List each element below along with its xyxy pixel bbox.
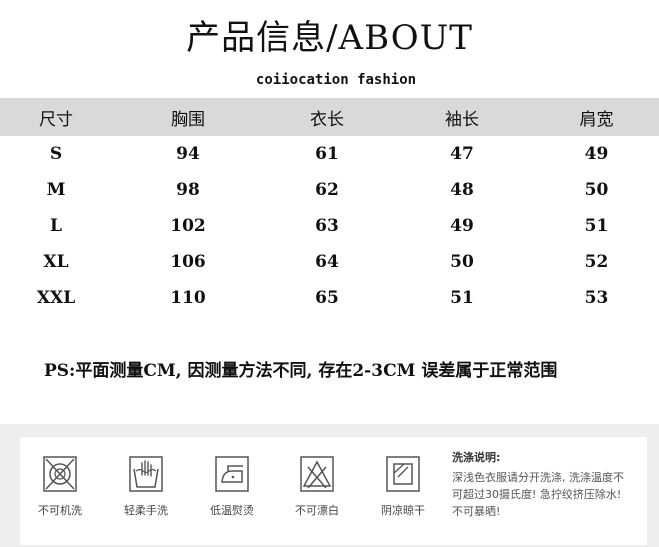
care-instructions-panel: 不可机洗 轻柔手洗 低温熨烫 不可漂白 阴凉晾干 洗涤说明: 深浅色衣服请分开洗… xyxy=(0,424,659,547)
header-sleeve: 袖长 xyxy=(445,109,479,130)
page-title: 产品信息/ABOUT xyxy=(186,18,473,58)
size-table: 尺寸 胸围 衣长 袖长 肩宽 S 94 61 47 49 M 98 62 48 … xyxy=(0,98,659,316)
table-cell: 51 xyxy=(584,216,609,236)
table-cell: XL xyxy=(43,252,69,272)
wash-instructions-title: 洗涤说明: xyxy=(452,451,501,464)
table-row: S 94 61 47 49 xyxy=(0,136,659,172)
table-row: XL 106 64 50 52 xyxy=(0,244,659,280)
table-cell: 102 xyxy=(170,216,206,236)
table-cell: 110 xyxy=(170,288,206,308)
table-cell: 53 xyxy=(584,288,609,308)
table-cell: 50 xyxy=(450,252,474,272)
table-cell: 62 xyxy=(315,180,339,200)
header-chest: 胸围 xyxy=(171,109,205,130)
table-cell: 98 xyxy=(176,180,200,200)
care-label: 轻柔手洗 xyxy=(124,504,168,517)
table-cell: 64 xyxy=(315,252,339,272)
header-shoulder: 肩宽 xyxy=(579,109,614,130)
wash-instructions: 洗涤说明: 深浅色衣服请分开洗涤, 洗涤温度不可超过30摄氏度! 急拧绞挤压除水… xyxy=(452,449,647,541)
table-cell: S xyxy=(49,144,63,164)
wash-instructions-text: 深浅色衣服请分开洗涤, 洗涤温度不可超过30摄氏度! 急拧绞挤压除水! 不可暴晒… xyxy=(452,471,624,518)
table-cell: 63 xyxy=(315,216,339,236)
care-label: 阴凉晾干 xyxy=(381,504,425,517)
do-not-bleach-icon xyxy=(300,456,334,492)
low-temperature-iron-icon xyxy=(215,456,249,492)
care-item-gentle-hand-wash: 轻柔手洗 xyxy=(111,455,181,518)
care-label: 不可漂白 xyxy=(295,504,339,517)
table-cell: 61 xyxy=(315,144,339,164)
measurement-note: PS:平面测量CM, 因测量方法不同, 存在2-3CM 误差属于正常范围 xyxy=(44,361,558,381)
table-cell: 106 xyxy=(170,252,206,272)
care-item-do-not-bleach: 不可漂白 xyxy=(282,455,352,518)
header-length: 衣长 xyxy=(310,109,344,130)
table-cell: 52 xyxy=(584,252,609,272)
table-row: M 98 62 48 50 xyxy=(0,172,659,208)
table-cell: L xyxy=(50,216,62,236)
care-item-no-machine-wash: 不可机洗 xyxy=(25,455,95,518)
line-dry-in-shade-icon xyxy=(386,456,420,492)
care-instructions-card: 不可机洗 轻柔手洗 低温熨烫 不可漂白 阴凉晾干 洗涤说明: 深浅色衣服请分开洗… xyxy=(20,437,647,545)
table-cell: XXL xyxy=(36,288,76,308)
table-cell: 48 xyxy=(450,180,474,200)
table-row: XXL 110 65 51 53 xyxy=(0,280,659,316)
size-table-header: 尺寸 胸围 衣长 袖长 肩宽 xyxy=(0,98,659,136)
page-subtitle: coiiocation fashion xyxy=(255,72,417,88)
care-label: 低温熨烫 xyxy=(210,504,254,517)
table-cell: M xyxy=(46,180,66,200)
header-size: 尺寸 xyxy=(39,109,73,130)
table-cell: 65 xyxy=(315,288,339,308)
table-cell: 49 xyxy=(584,144,609,164)
table-cell: 50 xyxy=(584,180,609,200)
table-cell: 51 xyxy=(450,288,474,308)
care-item-line-dry-in-shade: 阴凉晾干 xyxy=(368,455,438,518)
table-cell: 49 xyxy=(450,216,474,236)
care-label: 不可机洗 xyxy=(38,504,82,517)
gentle-hand-wash-icon xyxy=(129,456,163,492)
no-machine-wash-icon xyxy=(43,456,77,492)
care-item-low-temperature-iron: 低温熨烫 xyxy=(197,455,267,518)
table-cell: 47 xyxy=(450,144,474,164)
table-row: L 102 63 49 51 xyxy=(0,208,659,244)
table-cell: 94 xyxy=(176,144,200,164)
